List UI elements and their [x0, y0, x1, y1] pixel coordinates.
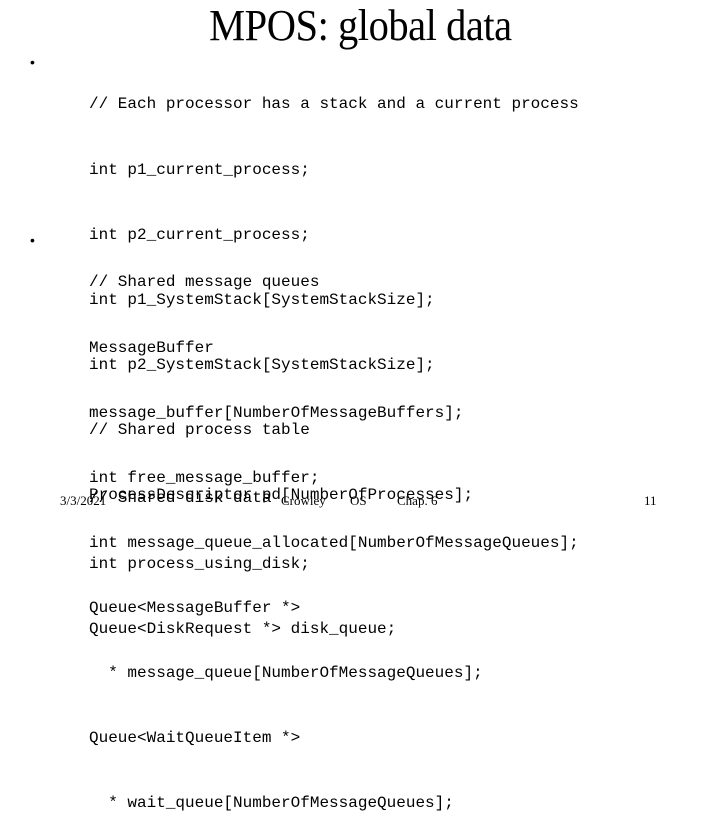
code-block-disk-data: // Shared disk data int process_using_di… — [89, 445, 396, 662]
footer-date: 3/3/2021 — [60, 493, 107, 508]
code-line: MessageBuffer — [89, 338, 214, 357]
code-line: // Shared message queues — [89, 273, 320, 292]
code-line: * message_queue[NumberOfMessageQueues]; — [89, 663, 483, 682]
code-line: // Each processor has a stack and a curr… — [89, 95, 579, 114]
footer-author: Crowley — [281, 493, 326, 508]
bullet-2: • — [30, 232, 35, 248]
code-line: message_buffer[NumberOfMessageBuffers]; — [89, 403, 464, 422]
code-line: Queue<DiskRequest *> disk_queue; — [89, 619, 397, 638]
code-line: Queue<WaitQueueItem *> — [89, 729, 301, 748]
code-line: int process_using_disk; — [89, 554, 310, 573]
bullet-1: • — [30, 54, 35, 70]
footer-course: OS — [350, 493, 367, 508]
code-line: int p1_current_process; — [89, 160, 310, 179]
code-line: * wait_queue[NumberOfMessageQueues]; — [89, 794, 454, 813]
footer-chapter: Chap. 6 — [397, 493, 438, 508]
footer-page-number: 11 — [644, 493, 657, 508]
slide-title: MPOS: global data — [208, 1, 512, 50]
